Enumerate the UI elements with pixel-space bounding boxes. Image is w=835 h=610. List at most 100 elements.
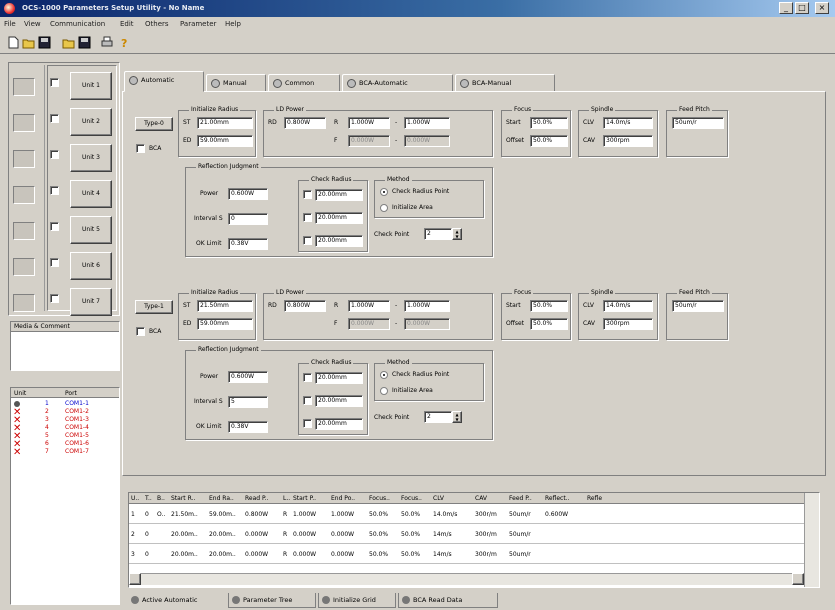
grid-cell[interactable]: 21.50m.. [171, 511, 209, 518]
grid-cell[interactable]: 50.0% [369, 551, 401, 558]
grid-cell[interactable]: 3 [131, 551, 145, 558]
bottom-tab-parameter-tree[interactable]: Parameter Tree [228, 593, 316, 608]
r-field[interactable]: 1.000W [348, 117, 390, 129]
grid-col-header[interactable]: Start P.. [293, 495, 331, 502]
media-comment-box[interactable]: Media & Comment [10, 321, 120, 371]
tab-bca-manual[interactable]: BCA-Manual [455, 74, 555, 92]
st-field[interactable]: 21.50mm [197, 300, 253, 312]
power-field[interactable]: 0.600W [228, 188, 268, 200]
grid-cell[interactable]: 0 [145, 551, 157, 558]
unit-checkbox-2[interactable] [50, 114, 59, 123]
grid-cell[interactable]: 1 [131, 511, 145, 518]
grid-cell[interactable]: 20.00m.. [209, 551, 245, 558]
grid-col-header[interactable]: T.. [145, 495, 157, 502]
tab-common[interactable]: Common [268, 74, 340, 92]
check-radius-field-1[interactable]: 20.00mm [315, 372, 363, 384]
radio-initialize-area[interactable] [380, 387, 388, 395]
grid-cell[interactable]: 2 [131, 531, 145, 538]
grid-col-header[interactable]: End Po.. [331, 495, 369, 502]
unit-checkbox-4[interactable] [50, 186, 59, 195]
grid-cell[interactable]: R [283, 511, 293, 518]
grid-cell[interactable]: 0.600W [545, 511, 587, 518]
check-radius-field-3[interactable]: 20.00mm [315, 235, 363, 247]
ok-limit-field[interactable]: 0.38V [228, 238, 268, 250]
check-radius-checkbox-2[interactable] [303, 396, 312, 405]
grid-cell[interactable]: 0.800W [245, 511, 283, 518]
vertical-scrollbar[interactable] [804, 493, 819, 587]
unit-button-7[interactable]: Unit 7 [70, 288, 112, 316]
help-icon[interactable]: ? [118, 36, 132, 50]
grid-cell[interactable]: 0 [145, 531, 157, 538]
check-radius-field-3[interactable]: 20.00mm [315, 418, 363, 430]
grid-cell[interactable]: 0 [145, 511, 157, 518]
menu-others[interactable]: Others [145, 20, 169, 28]
grid-col-header[interactable]: B.. [157, 495, 171, 502]
unit-button-5[interactable]: Unit 5 [70, 216, 112, 244]
unit-checkbox-6[interactable] [50, 258, 59, 267]
bca-checkbox[interactable] [136, 327, 145, 336]
grid-cell[interactable]: 0.000W [293, 531, 331, 538]
check-point-spinner[interactable]: ▲ ▼ [452, 411, 462, 423]
grid-cell[interactable]: 300r/m [475, 511, 509, 518]
new-icon[interactable] [6, 36, 20, 49]
grid-cell[interactable]: 50um/r [509, 531, 545, 538]
check-point-field[interactable]: 2 [424, 228, 452, 240]
check-radius-checkbox-1[interactable] [303, 373, 312, 382]
unit-button-4[interactable]: Unit 4 [70, 180, 112, 208]
grid-cell[interactable]: 50um/r [509, 551, 545, 558]
grid-cell[interactable]: 14m/s [433, 551, 475, 558]
grid-cell[interactable]: 20.00m.. [209, 531, 245, 538]
clv-field[interactable]: 14.0m/s [603, 300, 653, 312]
grid-cell[interactable]: 50um/r [509, 511, 545, 518]
unit-checkbox-3[interactable] [50, 150, 59, 159]
bottom-tab-active-automatic[interactable]: Active Automatic [128, 593, 226, 608]
grid-cell[interactable]: 0.000W [245, 551, 283, 558]
minimize-button[interactable]: _ [779, 2, 793, 14]
grid-col-header[interactable]: Focus.. [401, 495, 433, 502]
menu-parameter[interactable]: Parameter [180, 20, 216, 28]
scroll-right-button[interactable] [792, 573, 804, 585]
feed-pitch-field[interactable]: 50um/r [672, 300, 724, 312]
unit-button-3[interactable]: Unit 3 [70, 144, 112, 172]
ok-limit-field[interactable]: 0.38V [228, 421, 268, 433]
open-icon[interactable] [22, 36, 36, 49]
grid-cell[interactable]: 50.0% [401, 511, 433, 518]
feed-pitch-field[interactable]: 50um/r [672, 117, 724, 129]
scroll-left-button[interactable] [129, 573, 141, 585]
unit-checkbox-5[interactable] [50, 222, 59, 231]
grid-col-header[interactable]: Read P.. [245, 495, 283, 502]
grid-col-header[interactable]: Start R.. [171, 495, 209, 502]
focus-start-field[interactable]: 50.0% [530, 117, 568, 129]
unit-button-6[interactable]: Unit 6 [70, 252, 112, 280]
r-max-field[interactable]: 1.000W [404, 300, 450, 312]
check-radius-checkbox-2[interactable] [303, 213, 312, 222]
grid-col-header[interactable]: Refle [587, 495, 617, 502]
radio-check-radius-point[interactable] [380, 188, 388, 196]
radio-check-radius-point[interactable] [380, 371, 388, 379]
grid-col-header[interactable]: Focus.. [369, 495, 401, 502]
clv-field[interactable]: 14.0m/s [603, 117, 653, 129]
focus-offset-field[interactable]: 50.0% [530, 318, 568, 330]
check-radius-checkbox-3[interactable] [303, 419, 312, 428]
bottom-tab-bca-read-data[interactable]: BCA Read Data [398, 593, 498, 608]
grid-cell[interactable]: 0.000W [331, 531, 369, 538]
grid-cell[interactable]: 0.000W [331, 551, 369, 558]
menu-communication[interactable]: Communication [50, 20, 105, 28]
menu-view[interactable]: View [24, 20, 41, 28]
check-point-spinner[interactable]: ▲ ▼ [452, 228, 462, 240]
grid-col-header[interactable]: CAV [475, 495, 509, 502]
grid-cell[interactable]: 50.0% [401, 531, 433, 538]
r-field[interactable]: 1.000W [348, 300, 390, 312]
grid-cell[interactable]: 300r/m [475, 551, 509, 558]
maximize-button[interactable]: □ [795, 2, 809, 14]
grid-col-header[interactable]: Reflect.. [545, 495, 587, 502]
tab-bca-automatic[interactable]: BCA-Automatic [342, 74, 453, 92]
ed-field[interactable]: 59.00mm [197, 135, 253, 147]
power-field[interactable]: 0.600W [228, 371, 268, 383]
interval-field[interactable]: 0 [228, 213, 268, 225]
cav-field[interactable]: 300rpm [603, 135, 653, 147]
grid-cell[interactable]: 14.0m/s [433, 511, 475, 518]
interval-field[interactable]: 5 [228, 396, 268, 408]
print-icon[interactable] [100, 36, 114, 49]
grid-col-header[interactable]: Feed P.. [509, 495, 545, 502]
